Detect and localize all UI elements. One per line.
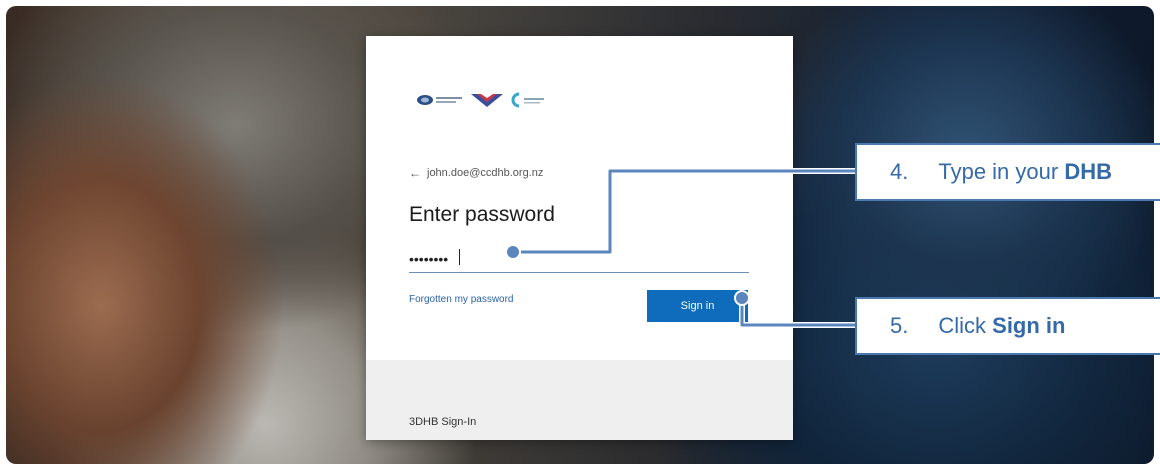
callout-step-4: 4. Type in your DHB — [855, 143, 1160, 201]
callout-bold: Sign in — [992, 313, 1066, 338]
callout-text: Type in your — [938, 159, 1065, 184]
callout-number: 4. — [890, 159, 909, 184]
callout-bold: DHB — [1064, 159, 1112, 184]
callout-text: Click — [938, 313, 993, 338]
leader-line-4 — [513, 169, 857, 254]
callout-step-5: 5. Click Sign in — [855, 297, 1160, 355]
callout-number: 5. — [890, 313, 909, 338]
marker-dot-4 — [505, 244, 521, 260]
marker-dot-5 — [734, 290, 750, 306]
leader-lines — [505, 168, 857, 328]
leader-line-5 — [740, 298, 857, 327]
